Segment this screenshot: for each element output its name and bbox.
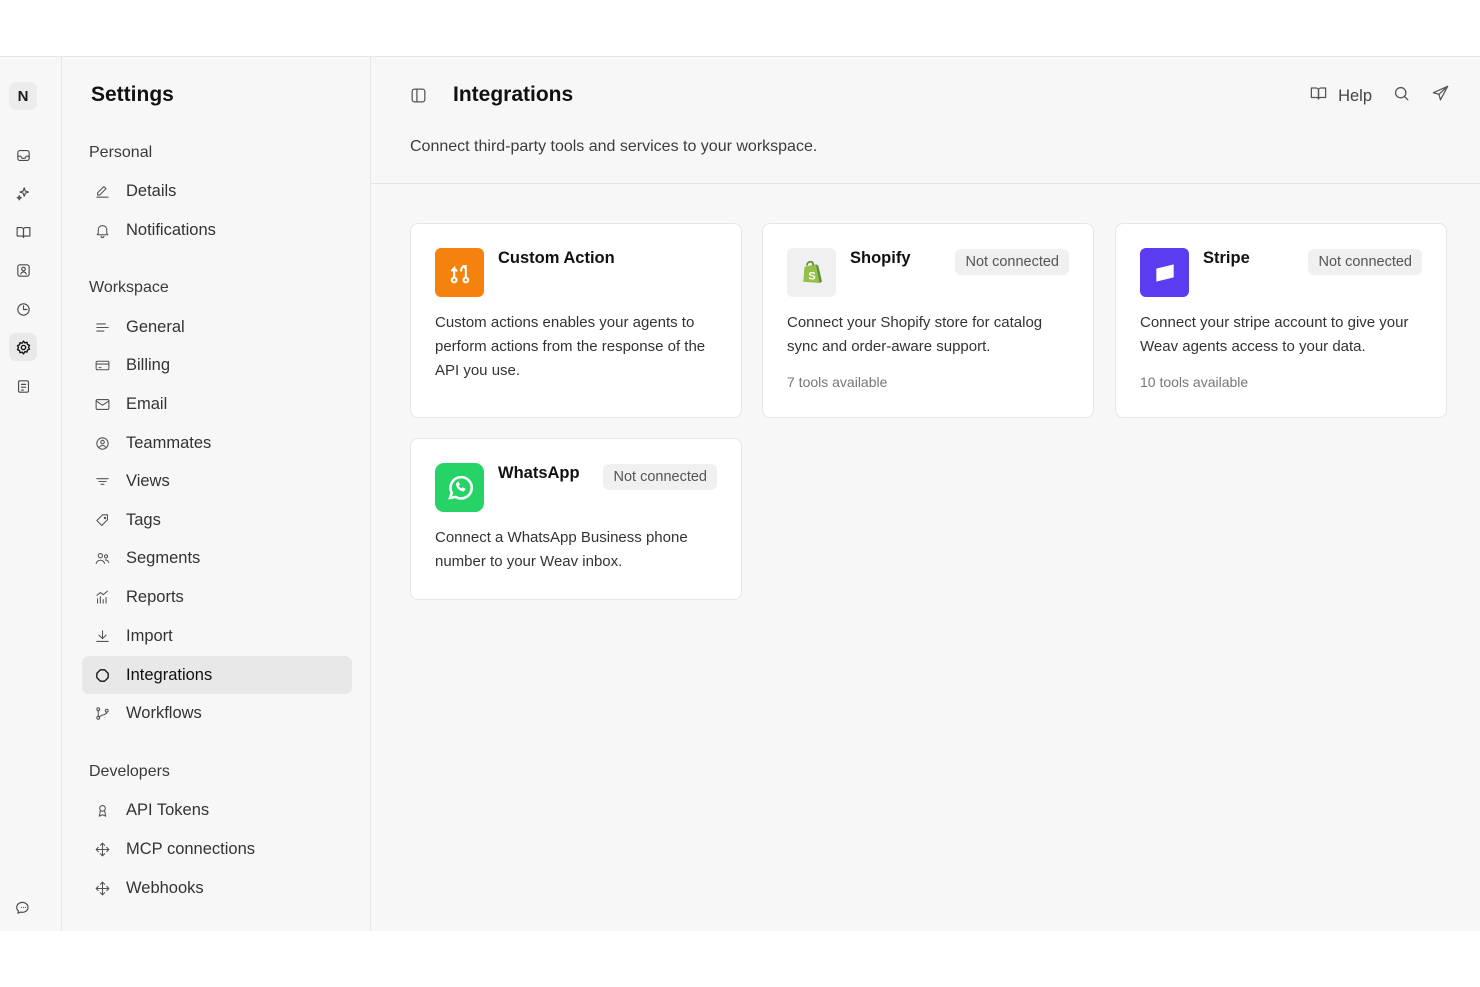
sidebar-item-label: Segments [126,548,201,567]
filter-icon [92,471,112,491]
sidebar-item-mcp-connections[interactable]: MCP connections [82,830,352,868]
sidebar-item-label: Webhooks [126,878,204,897]
page-description: Connect third-party tools and services t… [410,138,818,155]
card-icon [92,355,112,375]
header-actions: Help [1309,84,1450,108]
integration-description: Connect a WhatsApp Business phone number… [435,529,688,570]
sidebar-item-label: MCP connections [126,839,256,858]
sidebar-item-views[interactable]: Views [82,462,352,500]
status-badge: Not connected [603,464,717,490]
gear-icon[interactable] [9,333,37,361]
sidebar-item-label: Views [126,471,170,490]
workflow-icon [92,703,112,723]
book-icon[interactable] [9,218,37,246]
download-icon [92,626,112,646]
main-content: Integrations Connect third-party tools a… [371,57,1480,931]
mail-icon [92,394,112,414]
sidebar-item-billing[interactable]: Billing [82,346,352,384]
icon-rail: N [0,57,62,931]
shopify-logo-icon: S [787,248,836,297]
lines-icon [92,317,112,337]
integration-card-whatsapp[interactable]: WhatsApp Not connected Connect a WhatsAp… [410,438,742,600]
group-label-personal: Personal [89,144,153,161]
group-label-developers: Developers [89,763,170,780]
app-window: N Settings Personal Details Notification… [0,56,1480,931]
sidebar-toggle-icon[interactable] [409,86,429,106]
sidebar-item-api-tokens[interactable]: API Tokens [82,791,352,829]
list-icon[interactable] [9,372,37,400]
integration-description: Custom actions enables your agents to pe… [435,314,706,379]
whatsapp-logo-icon [435,463,484,512]
contact-icon[interactable] [9,256,37,284]
book-open-icon [1309,84,1328,108]
search-icon[interactable] [1392,84,1411,108]
sidebar-item-label: Tags [126,510,161,529]
sidebar-item-reports[interactable]: Reports [82,578,352,616]
sidebar-item-label: Teammates [126,433,212,452]
sidebar-item-webhooks[interactable]: Webhooks [82,869,352,907]
inbox-icon[interactable] [9,141,37,169]
integration-card-custom-action[interactable]: Custom Action Custom actions enables you… [410,223,742,418]
stripe-logo-icon [1140,248,1189,297]
tools-count: 10 tools available [1140,374,1249,390]
integration-description: Connect your stripe account to give your… [1140,314,1409,355]
sidebar-item-details[interactable]: Details [82,172,352,210]
tag-icon [92,510,112,530]
sidebar-item-label: Billing [126,355,171,374]
sidebar-item-integrations[interactable]: Integrations [82,656,352,694]
integration-name: Shopify [850,249,911,267]
page-title: Integrations [453,83,574,106]
sidebar-item-segments[interactable]: Segments [82,539,352,577]
sparkles-icon[interactable] [9,179,37,207]
help-button[interactable]: Help [1309,84,1372,108]
move-icon [92,839,112,859]
sidebar-item-label: Notifications [126,220,216,239]
user-circle-icon [92,433,112,453]
settings-sidebar: Settings Personal Details Notifications … [62,57,371,931]
integration-name: Stripe [1203,249,1250,267]
sidebar-item-import[interactable]: Import [82,617,352,655]
badge-icon [92,800,112,820]
integration-name: Custom Action [498,249,615,267]
chart-icon [92,587,112,607]
pencil-icon [92,181,112,201]
sidebar-item-label: Workflows [126,703,202,722]
integration-name: WhatsApp [498,464,580,482]
sidebar-title: Settings [91,83,174,106]
help-label: Help [1338,86,1372,105]
bell-icon [92,220,112,240]
sidebar-item-email[interactable]: Email [82,385,352,423]
sidebar-item-label: Reports [126,587,184,606]
sidebar-item-notifications[interactable]: Notifications [82,211,352,249]
group-label-workspace: Workspace [89,279,169,296]
puzzle-icon [92,665,112,685]
svg-text:S: S [808,270,816,282]
integration-card-shopify[interactable]: S Shopify Not connected Connect your Sho… [762,223,1094,418]
sidebar-item-label: API Tokens [126,800,210,819]
chat-icon[interactable] [9,893,37,921]
sidebar-item-label: Integrations [126,665,213,684]
send-icon[interactable] [1431,84,1450,108]
integration-card-stripe[interactable]: Stripe Not connected Connect your stripe… [1115,223,1447,418]
page-header: Integrations Connect third-party tools a… [371,57,1480,184]
sidebar-item-label: Details [126,181,177,200]
workspace-avatar[interactable]: N [9,82,37,110]
sidebar-item-workflows[interactable]: Workflows [82,694,352,732]
sidebar-item-label: Import [126,626,173,645]
status-badge: Not connected [955,249,1069,275]
clock-icon[interactable] [9,295,37,323]
sidebar-item-general[interactable]: General [82,308,352,346]
tools-count: 7 tools available [787,374,888,390]
sidebar-item-label: Email [126,394,168,413]
custom-action-logo-icon [435,248,484,297]
sidebar-item-tags[interactable]: Tags [82,501,352,539]
status-badge: Not connected [1308,249,1422,275]
sidebar-item-teammates[interactable]: Teammates [82,424,352,462]
sidebar-item-label: General [126,317,185,336]
users-icon [92,548,112,568]
move-icon [92,878,112,898]
integration-description: Connect your Shopify store for catalog s… [787,314,1043,355]
